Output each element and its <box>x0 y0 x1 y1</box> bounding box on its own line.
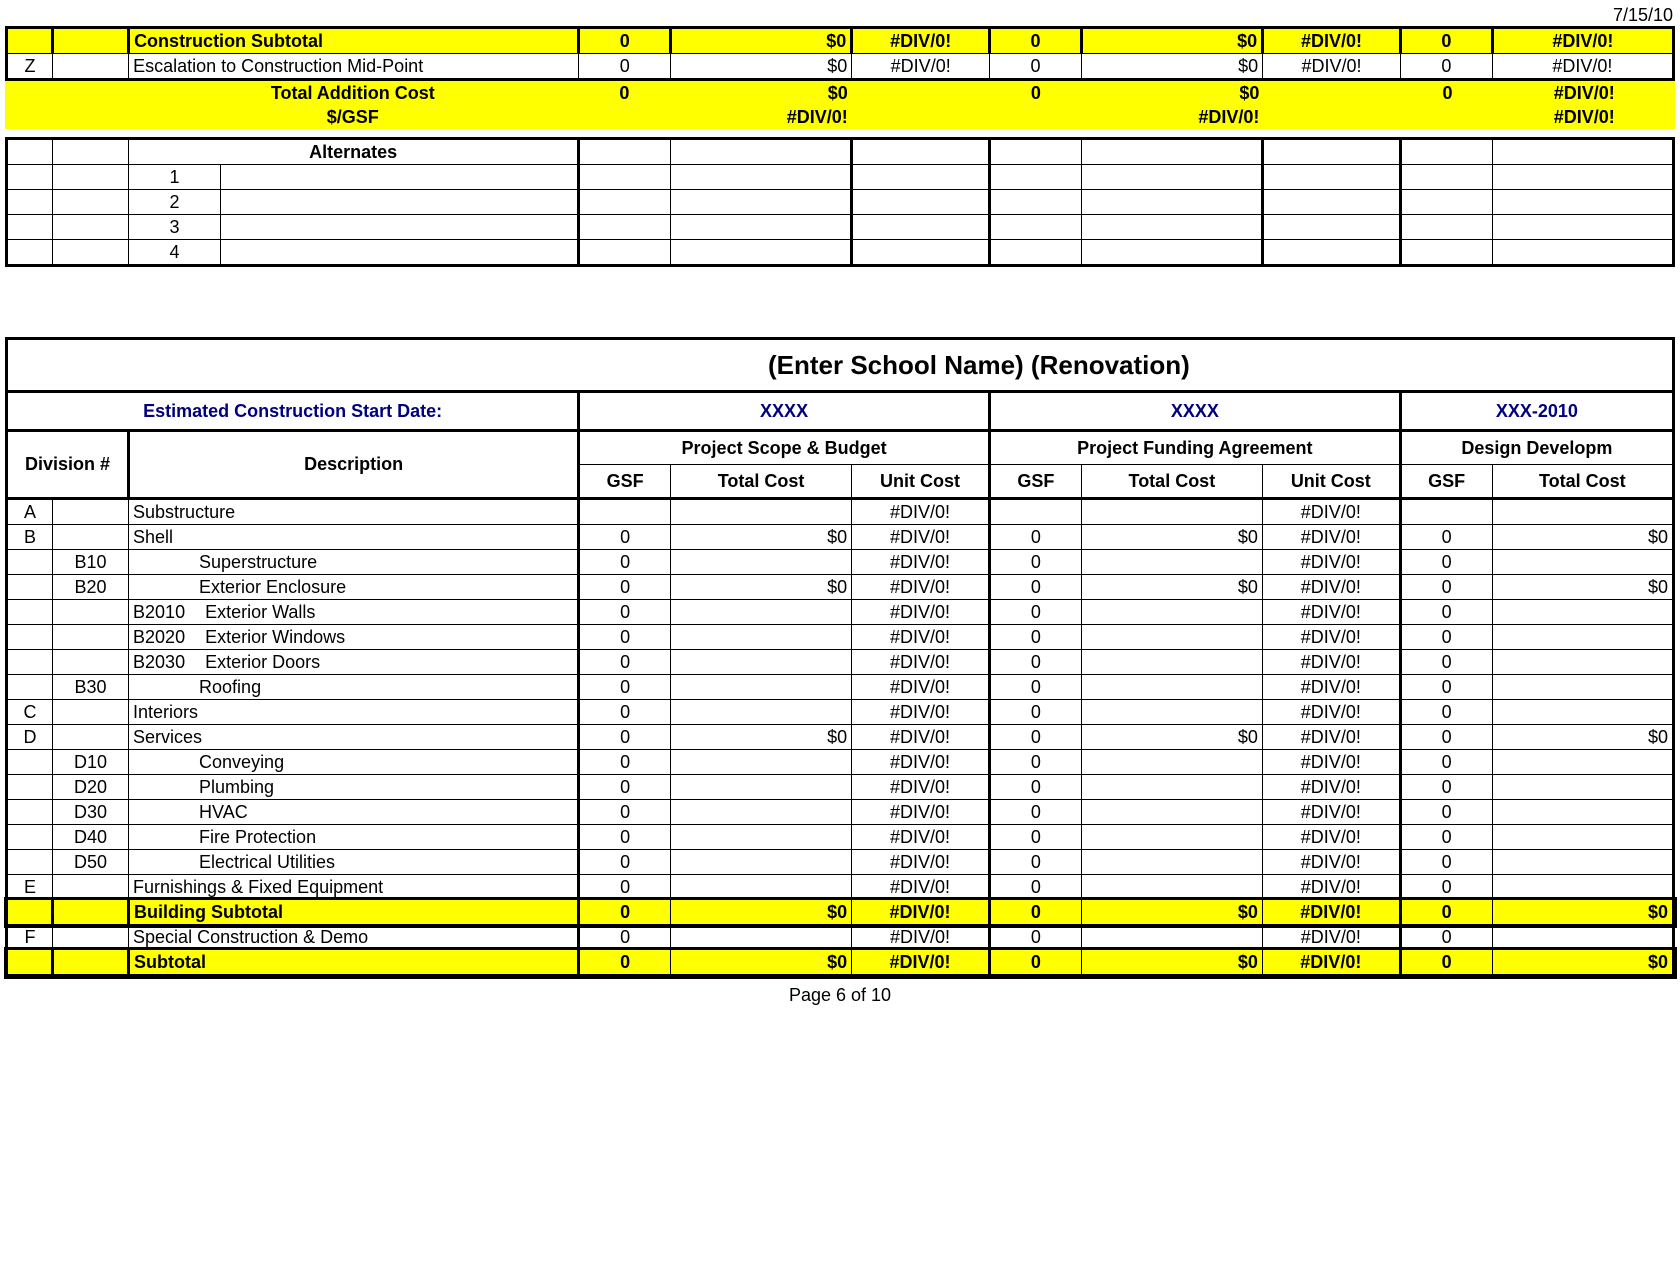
alternates-header-row: Alternates <box>7 139 1674 165</box>
division-header: Division # <box>7 431 129 499</box>
table-row: D10Conveying0#DIV/0!0#DIV/0!0 <box>7 750 1674 775</box>
page-date: 7/15/10 <box>5 5 1675 26</box>
cell: #DIV/0! <box>852 54 990 80</box>
table-row: DServices0$0#DIV/0!0$0#DIV/0!0$0 <box>7 725 1674 750</box>
cell: 0 <box>990 81 1082 105</box>
gsf-header: GSF <box>1400 465 1492 499</box>
alternates-header: Alternates <box>129 139 579 165</box>
school-title: (Enter School Name) (Renovation) <box>7 339 1674 392</box>
table-row: B30Roofing0#DIV/0!0#DIV/0!0 <box>7 675 1674 700</box>
table-row: B20Exterior Enclosure0$0#DIV/0!0$0#DIV/0… <box>7 575 1674 600</box>
alternate-row: 1 <box>7 165 1674 190</box>
cell: #DIV/0! <box>1263 54 1401 80</box>
cell: #DIV/0! <box>1082 105 1263 129</box>
cell: #DIV/0! <box>1492 28 1673 54</box>
description-header: Description <box>129 431 579 499</box>
phase3-date: XXX-2010 <box>1400 392 1673 431</box>
total-addition-block: Total Addition Cost 0 $0 0 $0 0 #DIV/0! … <box>5 81 1675 129</box>
cell: 0 <box>1400 28 1492 54</box>
phase1-date: XXXX <box>579 392 990 431</box>
cell: $0 <box>670 81 851 105</box>
cell: 0 <box>1401 81 1493 105</box>
cell: $0 <box>1081 54 1262 80</box>
table-row: CInteriors0#DIV/0!0#DIV/0!0 <box>7 700 1674 725</box>
escalation-code: Z <box>7 54 53 80</box>
start-date-label: Estimated Construction Start Date: <box>7 392 579 431</box>
table-row: D20Plumbing0#DIV/0!0#DIV/0!0 <box>7 775 1674 800</box>
cell: 0 <box>990 28 1082 54</box>
alternate-row: 3 <box>7 215 1674 240</box>
top-summary-table: Construction Subtotal 0 $0 #DIV/0! 0 $0 … <box>5 26 1675 81</box>
table-row: B2020 Exterior Windows0#DIV/0!0#DIV/0!0 <box>7 625 1674 650</box>
cell: $0 <box>671 54 852 80</box>
cell: 0 <box>578 81 670 105</box>
cell: $0 <box>671 28 852 54</box>
alternates-table: Alternates 1234 <box>5 137 1675 267</box>
page-footer: Page 6 of 10 <box>5 985 1675 1006</box>
construction-subtotal-row: Construction Subtotal 0 $0 #DIV/0! 0 $0 … <box>7 28 1674 54</box>
escalation-label: Escalation to Construction Mid-Point <box>129 54 579 80</box>
alternate-row: 4 <box>7 240 1674 266</box>
estimate-table: (Enter School Name) (Renovation) Estimat… <box>5 337 1675 977</box>
table-row: B2010 Exterior Walls0#DIV/0!0#DIV/0!0 <box>7 600 1674 625</box>
alternate-row: 2 <box>7 190 1674 215</box>
cell: #DIV/0! <box>1493 105 1675 129</box>
per-gsf-label: $/GSF <box>127 105 578 129</box>
gsf-header: GSF <box>989 465 1081 499</box>
totalcost-header: Total Cost <box>671 465 852 499</box>
cell: #DIV/0! <box>670 105 851 129</box>
subtotal-row: Subtotal 0 $0 #DIV/0! 0 $0 #DIV/0! 0 $0 <box>7 950 1674 976</box>
table-row: D30HVAC0#DIV/0!0#DIV/0!0 <box>7 800 1674 825</box>
totalcost-header: Total Cost <box>1492 465 1673 499</box>
table-row: B10Superstructure0#DIV/0!0#DIV/0!0 <box>7 550 1674 575</box>
table-row: EFurnishings & Fixed Equipment0#DIV/0!0#… <box>7 875 1674 900</box>
cell: #DIV/0! <box>1263 28 1401 54</box>
unitcost-header: Unit Cost <box>1262 465 1400 499</box>
table-row: BShell0$0#DIV/0!0$0#DIV/0!0$0 <box>7 525 1674 550</box>
cell: 0 <box>579 28 671 54</box>
escalation-row: Z Escalation to Construction Mid-Point 0… <box>7 54 1674 80</box>
cell: 0 <box>1400 54 1492 80</box>
table-row: ASubstructure#DIV/0!#DIV/0! <box>7 499 1674 525</box>
cell: #DIV/0! <box>1492 54 1673 80</box>
cell: $0 <box>1082 81 1263 105</box>
cell: $0 <box>1081 28 1262 54</box>
group1-header: Project Scope & Budget <box>579 431 990 465</box>
group3-header: Design Developm <box>1400 431 1673 465</box>
building-subtotal-row: Building Subtotal 0 $0 #DIV/0! 0 $0 #DIV… <box>7 900 1674 925</box>
unitcost-header: Unit Cost <box>852 465 990 499</box>
construction-subtotal-label: Construction Subtotal <box>129 28 579 54</box>
cell: #DIV/0! <box>852 28 990 54</box>
table-row: D40Fire Protection0#DIV/0!0#DIV/0!0 <box>7 825 1674 850</box>
table-row: B2030 Exterior Doors0#DIV/0!0#DIV/0!0 <box>7 650 1674 675</box>
group2-header: Project Funding Agreement <box>989 431 1400 465</box>
total-addition-label: Total Addition Cost <box>127 81 578 105</box>
table-row: D50Electrical Utilities0#DIV/0!0#DIV/0!0 <box>7 850 1674 875</box>
cell: 0 <box>579 54 671 80</box>
cell: #DIV/0! <box>1493 81 1675 105</box>
phase2-date: XXXX <box>989 392 1400 431</box>
special-construction-row: F Special Construction & Demo 0 #DIV/0! … <box>7 925 1674 950</box>
totalcost-header: Total Cost <box>1081 465 1262 499</box>
gsf-header: GSF <box>579 465 671 499</box>
cell: 0 <box>990 54 1082 80</box>
